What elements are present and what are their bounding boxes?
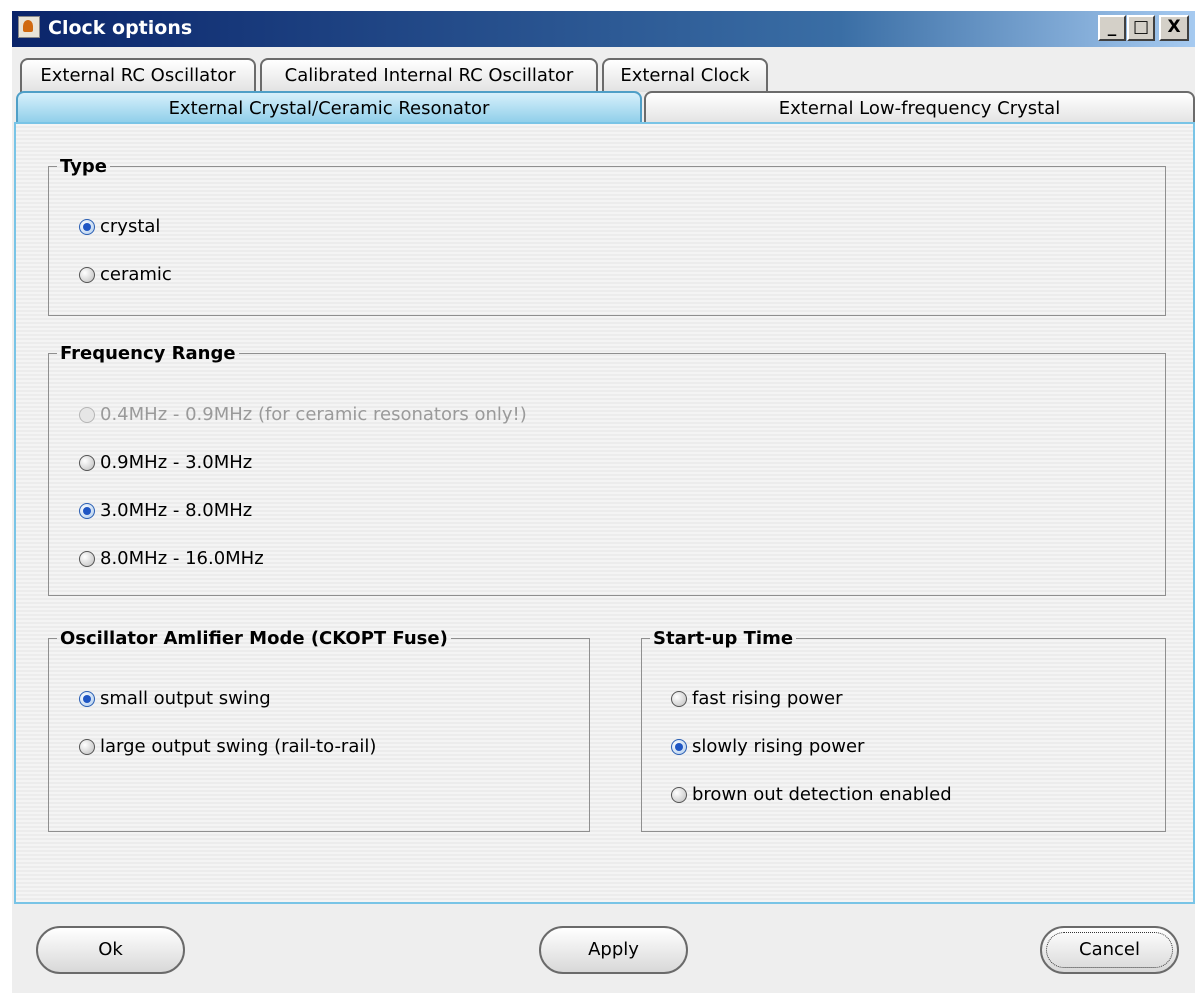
radio-label: small output swing (100, 688, 271, 709)
window-title: Clock options (48, 17, 193, 39)
amplifier-mode-group: Oscillator Amlifier Mode (CKOPT Fuse) (48, 628, 590, 832)
radio-brown-out-detection[interactable]: brown out detection enabled (671, 784, 952, 805)
radio-unselected-icon[interactable] (79, 550, 95, 567)
frequency-range-title: Frequency Range (60, 343, 236, 364)
tab-external-crystal-ceramic-resonator[interactable]: External Crystal/Ceramic Resonator (16, 91, 642, 124)
radio-label: slowly rising power (692, 736, 865, 757)
radio-label: crystal (100, 216, 161, 237)
radio-fast-rising-power[interactable]: fast rising power (671, 688, 843, 709)
radio-label: 0.9MHz - 3.0MHz (100, 452, 253, 473)
radio-selected-icon[interactable] (671, 738, 687, 755)
java-app-icon (18, 16, 40, 38)
type-group: Type (48, 156, 1166, 316)
type-group-title: Type (60, 156, 107, 177)
radio-label: 3.0MHz - 8.0MHz (100, 500, 253, 521)
radio-ceramic[interactable]: ceramic (79, 264, 172, 285)
amplifier-mode-title: Oscillator Amlifier Mode (CKOPT Fuse) (60, 628, 448, 649)
close-button[interactable]: X (1159, 15, 1189, 41)
radio-label: fast rising power (692, 688, 843, 709)
ok-button[interactable]: Ok (36, 926, 185, 974)
radio-freq-0-4-0-9: 0.4MHz - 0.9MHz (for ceramic resonators … (79, 404, 527, 425)
radio-freq-8-0-16-0[interactable]: 8.0MHz - 16.0MHz (79, 548, 264, 569)
cancel-button[interactable]: Cancel (1040, 926, 1179, 974)
startup-time-title: Start-up Time (653, 628, 794, 649)
tab-external-rc-oscillator[interactable]: External RC Oscillator (20, 58, 256, 92)
tab-external-low-frequency-crystal[interactable]: External Low-frequency Crystal (644, 91, 1195, 124)
cancel-label: Cancel (1079, 939, 1140, 960)
radio-selected-icon[interactable] (79, 502, 95, 519)
radio-label: brown out detection enabled (692, 784, 952, 805)
radio-slowly-rising-power[interactable]: slowly rising power (671, 736, 864, 757)
radio-freq-3-0-8-0[interactable]: 3.0MHz - 8.0MHz (79, 500, 252, 521)
minimize-button[interactable]: _ (1098, 15, 1126, 41)
apply-button[interactable]: Apply (539, 926, 688, 974)
radio-small-output-swing[interactable]: small output swing (79, 688, 271, 709)
radio-unselected-icon[interactable] (671, 786, 687, 803)
radio-unselected-icon[interactable] (79, 738, 95, 755)
tab-external-clock[interactable]: External Clock (602, 58, 768, 92)
radio-crystal[interactable]: crystal (79, 216, 160, 237)
radio-label: 8.0MHz - 16.0MHz (100, 548, 264, 569)
radio-freq-0-9-3-0[interactable]: 0.9MHz - 3.0MHz (79, 452, 252, 473)
radio-label: ceramic (100, 264, 172, 285)
radio-unselected-icon[interactable] (671, 690, 687, 707)
tab-calibrated-internal-rc-oscillator[interactable]: Calibrated Internal RC Oscillator (260, 58, 598, 92)
radio-large-output-swing[interactable]: large output swing (rail-to-rail) (79, 736, 376, 757)
radio-unselected-icon[interactable] (79, 454, 95, 471)
radio-label: 0.4MHz - 0.9MHz (for ceramic resonators … (100, 404, 527, 425)
radio-selected-icon[interactable] (79, 690, 95, 707)
radio-disabled-icon (79, 406, 95, 423)
maximize-button[interactable]: □ (1127, 15, 1155, 41)
radio-unselected-icon[interactable] (79, 266, 95, 283)
radio-selected-icon[interactable] (79, 218, 95, 235)
radio-label: large output swing (rail-to-rail) (100, 736, 377, 757)
